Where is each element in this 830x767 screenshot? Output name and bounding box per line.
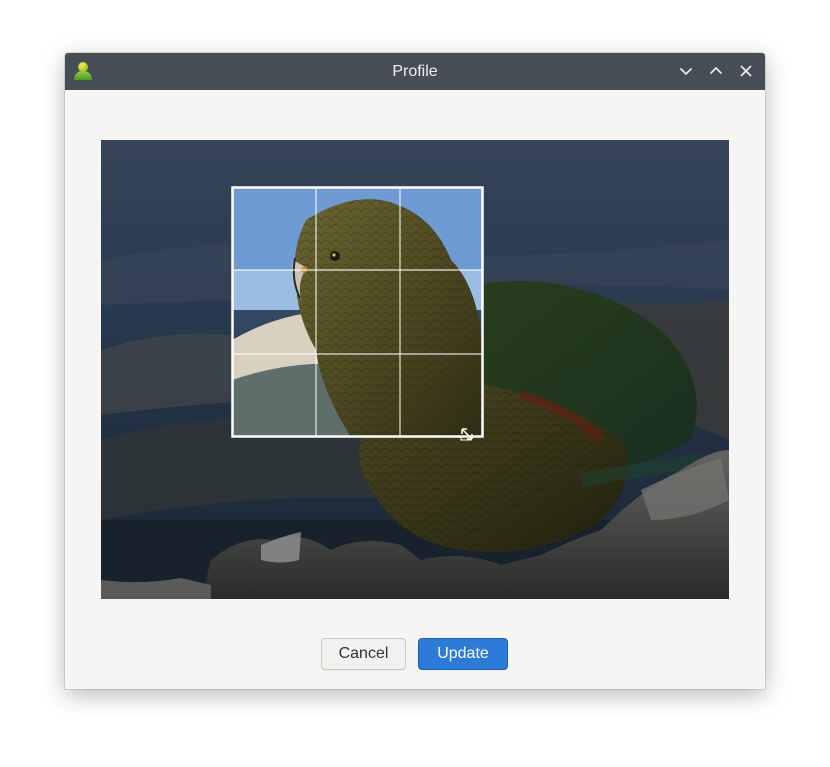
- image-cropper[interactable]: [101, 140, 729, 599]
- chevron-up-icon[interactable]: [705, 60, 727, 82]
- cancel-button[interactable]: Cancel: [321, 638, 406, 670]
- window-title: Profile: [392, 63, 438, 80]
- titlebar[interactable]: Profile: [65, 53, 765, 90]
- update-button[interactable]: Update: [418, 638, 508, 670]
- chevron-down-icon[interactable]: [675, 60, 697, 82]
- kea-photo: [101, 140, 729, 599]
- close-icon[interactable]: [735, 60, 757, 82]
- resize-handle-icon[interactable]: [459, 426, 475, 442]
- profile-dialog: Profile Cancel Update: [65, 53, 765, 689]
